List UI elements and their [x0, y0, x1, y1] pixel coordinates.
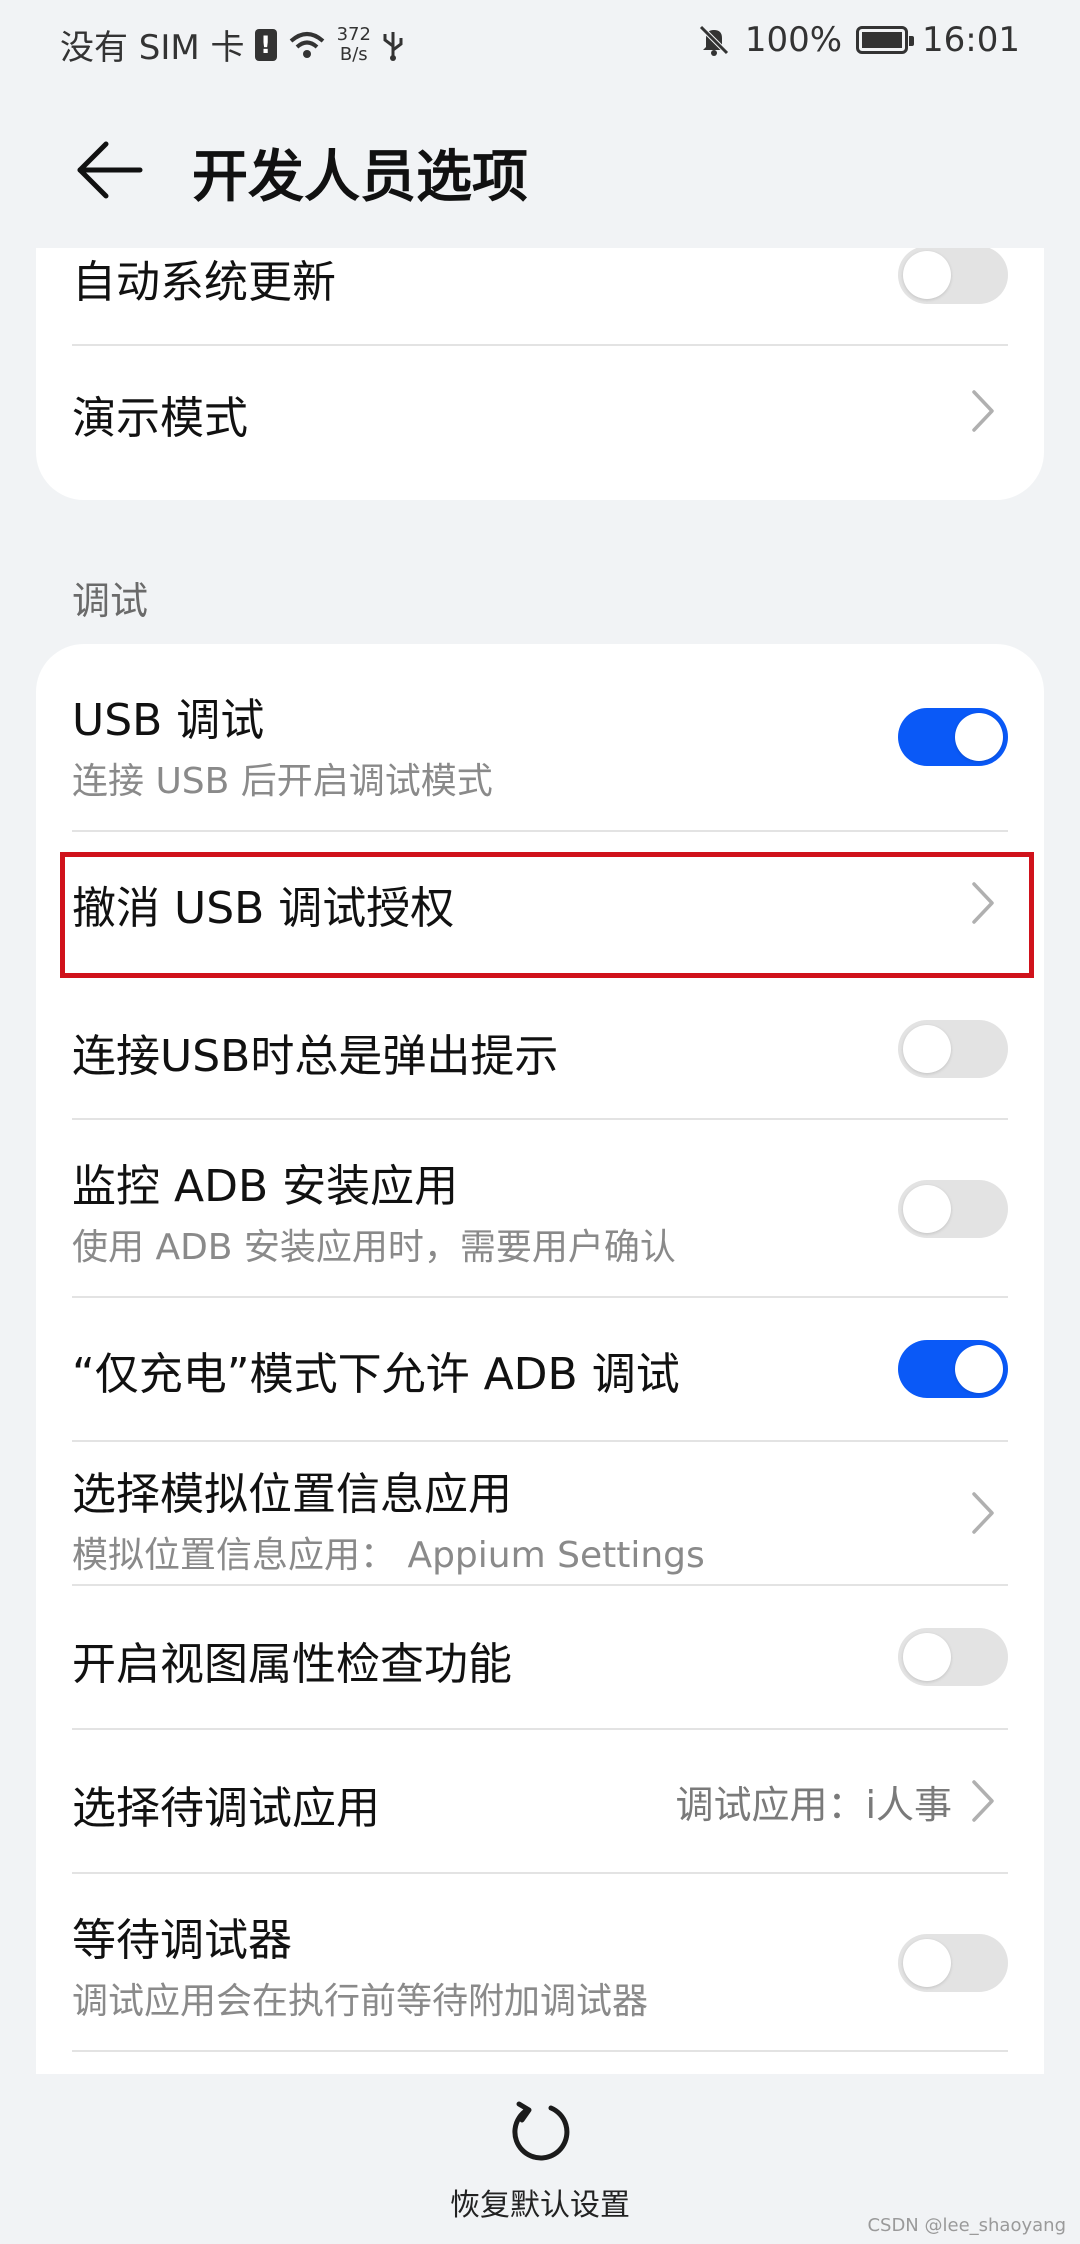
- wifi-icon: [289, 31, 324, 58]
- setting-title: 演示模式: [72, 393, 248, 444]
- setting-title: 选择待调试应用: [72, 1783, 380, 1834]
- battery-icon: [856, 26, 915, 54]
- setting-subtitle: 使用 ADB 安装应用时，需要用户确认: [72, 1227, 676, 1268]
- setting-title: USB 调试: [72, 695, 265, 746]
- wait-for-debugger-toggle[interactable]: [898, 1934, 1008, 1992]
- toggle-knob: [903, 1185, 951, 1233]
- setting-title: 开启视图属性检查功能: [72, 1639, 512, 1690]
- auto-update-toggle[interactable]: [898, 248, 1008, 304]
- restore-defaults-button[interactable]: 恢复默认设置: [440, 2096, 640, 2226]
- toggle-knob: [903, 1939, 951, 1987]
- page-title: 开发人员选项: [192, 145, 528, 210]
- toggle-knob: [903, 1025, 951, 1073]
- usb-debugging-toggle[interactable]: [898, 708, 1008, 766]
- view-attribute-toggle[interactable]: [898, 1628, 1008, 1686]
- status-bar: 没有 SIM 卡 ! 372 B/s 100% 16:01: [0, 0, 1080, 80]
- setting-title: 自动系统更新: [72, 257, 336, 308]
- battery-percent: 100%: [744, 20, 843, 60]
- bottom-action-bar: 恢复默认设置 CSDN @lee_shaoyang: [0, 2074, 1080, 2244]
- setting-title: 撤消 USB 调试授权: [72, 883, 455, 934]
- usb-icon: [383, 31, 403, 61]
- setting-value: 调试应用：i人事: [675, 1783, 952, 1827]
- setting-row-usb-prompt[interactable]: 连接USB时总是弹出提示: [72, 976, 1008, 1118]
- chevron-right-icon: [972, 882, 994, 924]
- network-speed-value: 372: [336, 23, 371, 45]
- setting-title: 连接USB时总是弹出提示: [72, 1031, 559, 1082]
- arrow-left-icon: [77, 141, 143, 199]
- app-header: 开发人员选项: [0, 110, 1080, 230]
- status-bar-right: 100% 16:01: [697, 20, 1020, 60]
- toggle-knob: [903, 1633, 951, 1681]
- network-speed: 372 B/s: [336, 23, 371, 65]
- carrier-text: 没有 SIM 卡: [60, 28, 245, 68]
- setting-row-select-debug-app[interactable]: 选择待调试应用 调试应用：i人事: [72, 1730, 1008, 1872]
- setting-subtitle: 连接 USB 后开启调试模式: [72, 761, 493, 802]
- setting-title: “仅充电”模式下允许 ADB 调试: [72, 1349, 680, 1400]
- toggle-knob: [903, 251, 951, 299]
- chevron-right-icon: [972, 390, 994, 432]
- setting-row-demo-mode[interactable]: 演示模式: [72, 346, 1008, 476]
- chevron-right-icon: [972, 1780, 994, 1822]
- divider: [72, 2050, 1008, 2052]
- monitor-adb-toggle[interactable]: [898, 1180, 1008, 1238]
- setting-row-charge-only-adb[interactable]: “仅充电”模式下允许 ADB 调试: [72, 1298, 1008, 1440]
- setting-title: 监控 ADB 安装应用: [72, 1161, 459, 1212]
- setting-title: 等待调试器: [72, 1915, 292, 1966]
- section-label-debug: 调试: [72, 579, 149, 623]
- toggle-knob: [955, 713, 1003, 761]
- charge-only-adb-toggle[interactable]: [898, 1340, 1008, 1398]
- setting-row-view-attribute-inspection[interactable]: 开启视图属性检查功能: [72, 1586, 1008, 1728]
- settings-card-debug: USB 调试 连接 USB 后开启调试模式 撤消 USB 调试授权 连接USB时…: [36, 644, 1044, 2074]
- settings-card-general: 自动系统更新 演示模式: [36, 248, 1044, 500]
- setting-title: 选择模拟位置信息应用: [72, 1469, 512, 1520]
- back-button[interactable]: [72, 130, 152, 210]
- sim-alert-icon: !: [254, 28, 277, 61]
- network-speed-unit: B/s: [339, 43, 368, 65]
- setting-subtitle: 模拟位置信息应用： Appium Settings: [72, 1535, 705, 1576]
- setting-row-revoke-usb-auth[interactable]: 撤消 USB 调试授权: [72, 832, 1008, 974]
- clock: 16:01: [922, 20, 1020, 60]
- setting-row-usb-debugging[interactable]: USB 调试 连接 USB 后开启调试模式: [72, 644, 1008, 830]
- setting-row-auto-update[interactable]: 自动系统更新: [72, 248, 1008, 344]
- restore-defaults-label: 恢复默认设置: [450, 2188, 630, 2223]
- setting-row-mock-location-app[interactable]: 选择模拟位置信息应用 模拟位置信息应用： Appium Settings: [72, 1442, 1008, 1584]
- toggle-knob: [955, 1345, 1003, 1393]
- setting-subtitle: 调试应用会在执行前等待附加调试器: [72, 1981, 649, 2022]
- usb-prompt-toggle[interactable]: [898, 1020, 1008, 1078]
- setting-row-monitor-adb[interactable]: 监控 ADB 安装应用 使用 ADB 安装应用时，需要用户确认: [72, 1120, 1008, 1296]
- bell-muted-icon: [699, 25, 729, 56]
- restore-icon: [512, 2101, 570, 2161]
- setting-row-wait-for-debugger[interactable]: 等待调试器 调试应用会在执行前等待附加调试器: [72, 1874, 1008, 2050]
- status-bar-left: 没有 SIM 卡 ! 372 B/s: [60, 20, 405, 69]
- chevron-right-icon: [972, 1492, 994, 1534]
- watermark: CSDN @lee_shaoyang: [867, 2215, 1066, 2236]
